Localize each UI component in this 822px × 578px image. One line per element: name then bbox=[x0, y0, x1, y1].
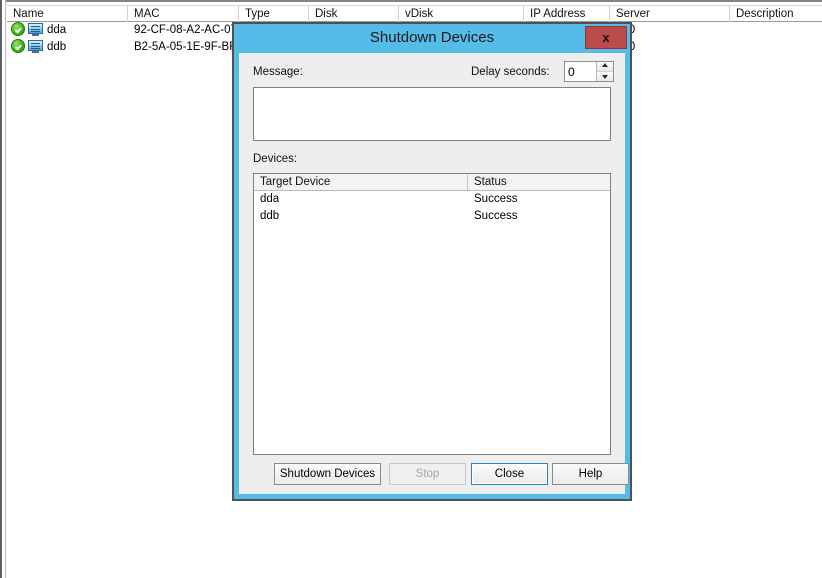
delay-seconds-stepper[interactable] bbox=[564, 61, 614, 82]
column-header-description[interactable]: Description bbox=[730, 6, 822, 22]
cell-description bbox=[730, 22, 822, 39]
column-header-server[interactable]: Server bbox=[610, 6, 730, 22]
column-header-mac[interactable]: MAC bbox=[128, 6, 239, 22]
list-item[interactable]: ddb Success bbox=[254, 208, 610, 225]
column-header-disk[interactable]: Disk bbox=[309, 6, 399, 22]
delay-seconds-label: Delay seconds: bbox=[471, 66, 550, 78]
devices-listview[interactable]: Target Device Status dda Success ddb Suc… bbox=[253, 173, 611, 455]
list-column-header-target-device[interactable]: Target Device bbox=[254, 174, 468, 190]
window-left-border bbox=[0, 0, 6, 578]
message-label: Message: bbox=[253, 66, 303, 78]
cell-mac: B2-5A-05-1E-9F-BF bbox=[134, 41, 237, 53]
delay-seconds-input[interactable] bbox=[565, 62, 596, 81]
cell-name: dda bbox=[7, 22, 128, 39]
cell-name: ddb bbox=[7, 39, 128, 56]
column-header-ip-address[interactable]: IP Address bbox=[524, 6, 610, 22]
cell-name-text: dda bbox=[47, 24, 67, 36]
dialog-title: Shutdown Devices bbox=[369, 29, 495, 46]
devices-list-header: Target Device Status bbox=[254, 174, 610, 191]
dialog-button-row: Shutdown Devices Stop Close Help bbox=[239, 463, 629, 493]
device-monitor-icon bbox=[28, 23, 43, 36]
status-ok-icon bbox=[11, 39, 25, 53]
stop-button: Stop bbox=[389, 463, 466, 485]
list-item[interactable]: dda Success bbox=[254, 191, 610, 208]
device-monitor-icon bbox=[28, 40, 43, 53]
devices-label: Devices: bbox=[253, 153, 298, 165]
chevron-up-icon[interactable] bbox=[597, 62, 613, 72]
message-input[interactable] bbox=[253, 87, 611, 141]
list-cell-status: Success bbox=[474, 193, 518, 205]
close-icon[interactable]: x bbox=[585, 26, 627, 49]
cell-description bbox=[730, 39, 822, 56]
list-cell-target-device: dda bbox=[260, 193, 280, 205]
close-button[interactable]: Close bbox=[471, 463, 548, 485]
stepper-buttons[interactable] bbox=[596, 62, 613, 81]
column-header-vdisk[interactable]: vDisk bbox=[399, 6, 524, 22]
chevron-down-icon[interactable] bbox=[597, 71, 613, 81]
column-header-type[interactable]: Type bbox=[239, 6, 309, 22]
dialog-titlebar[interactable]: Shutdown Devices x bbox=[234, 24, 630, 53]
window-top-border bbox=[0, 0, 822, 4]
cell-mac: 92-CF-08-A2-AC-07 bbox=[134, 24, 237, 36]
status-ok-icon bbox=[11, 22, 25, 36]
shutdown-devices-dialog: Shutdown Devices x Message: Delay second… bbox=[232, 22, 632, 501]
help-button[interactable]: Help bbox=[552, 463, 629, 485]
list-column-header-status[interactable]: Status bbox=[468, 174, 610, 190]
device-grid-header: Name MAC Type Disk vDisk IP Address Serv… bbox=[7, 5, 822, 22]
cell-name-text: ddb bbox=[47, 41, 67, 53]
list-cell-status: Success bbox=[474, 210, 518, 222]
list-cell-target-device: ddb bbox=[260, 210, 280, 222]
shutdown-devices-button[interactable]: Shutdown Devices bbox=[274, 463, 381, 485]
dialog-body: Message: Delay seconds: Devices: Target … bbox=[239, 53, 629, 494]
column-header-name[interactable]: Name bbox=[7, 6, 128, 22]
